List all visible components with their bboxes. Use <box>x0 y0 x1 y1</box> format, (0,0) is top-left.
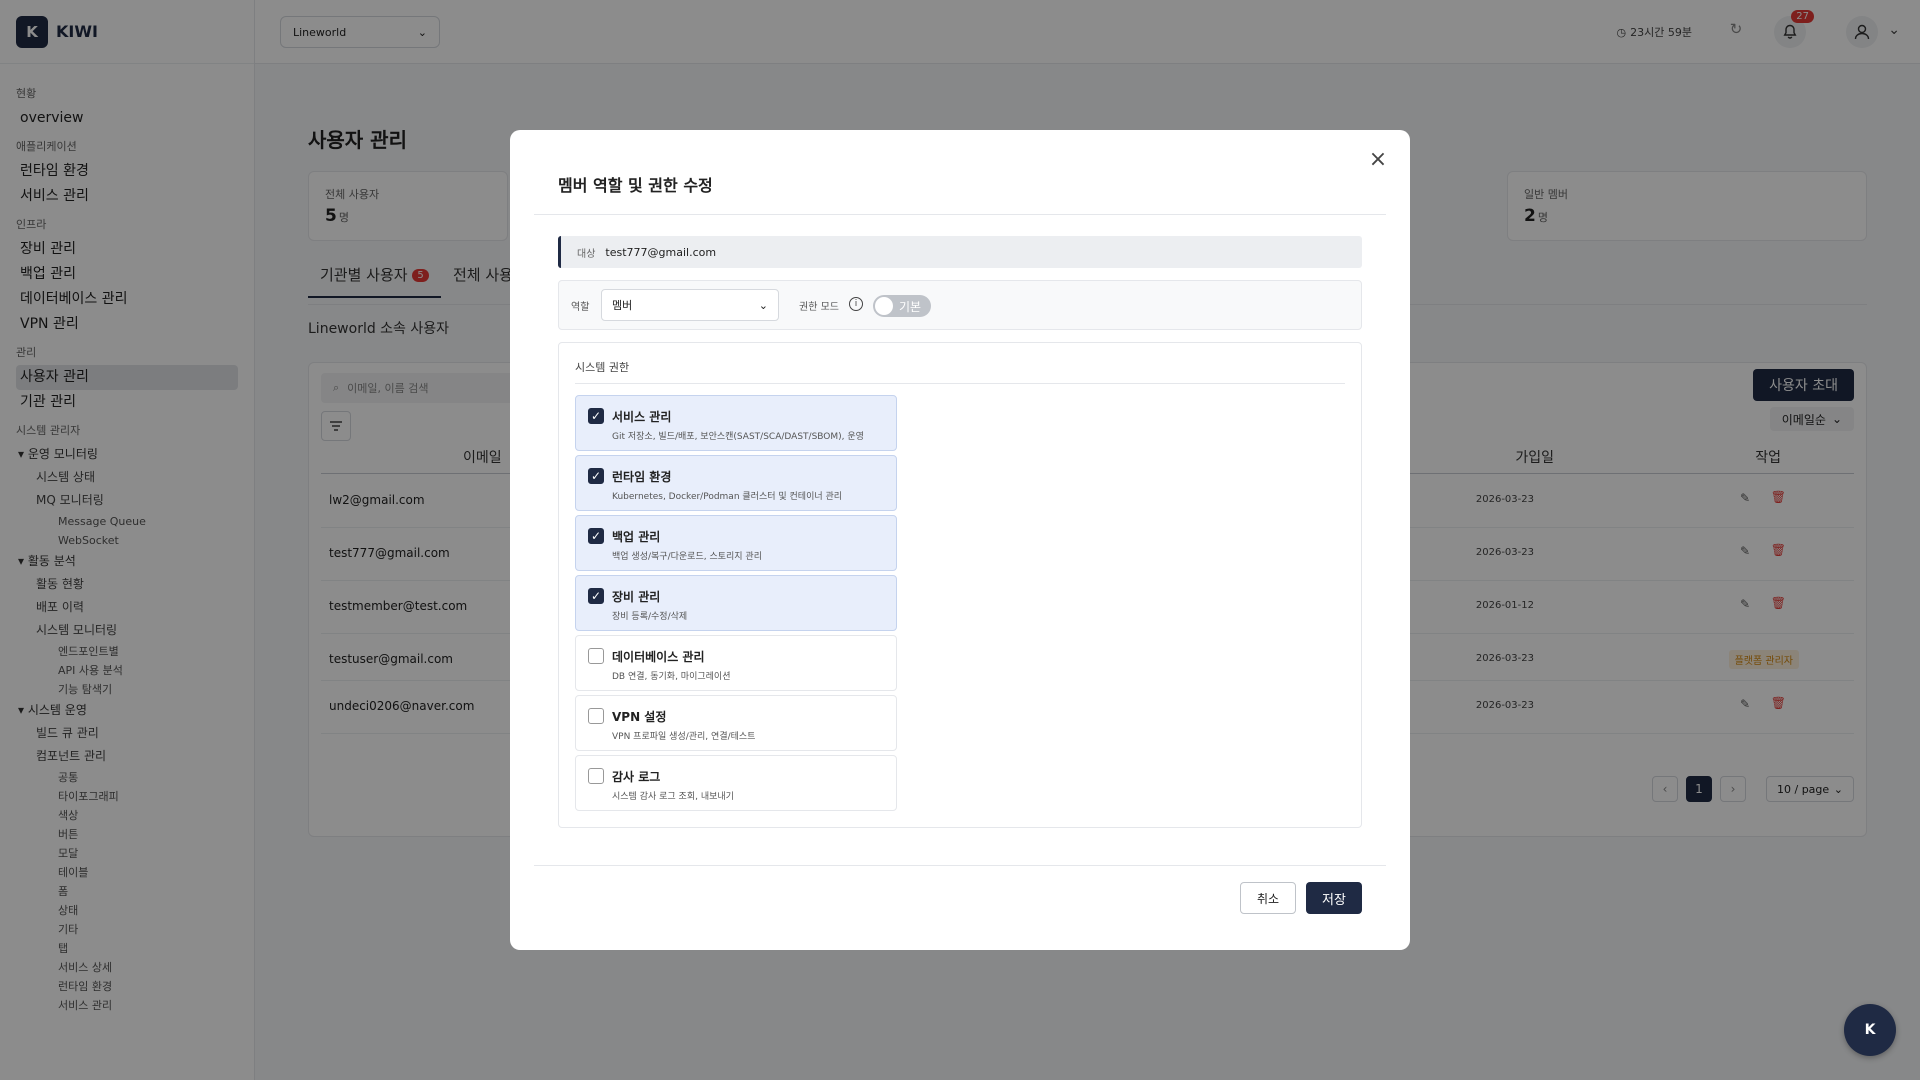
permission-description: Kubernetes, Docker/Podman 클러스터 및 컨테이너 관리 <box>612 492 843 502</box>
permission-title: 런타임 환경 <box>612 470 672 484</box>
permission-item[interactable]: ✓ 런타임 환경 Kubernetes, Docker/Podman 클러스터 및 … <box>575 455 897 511</box>
permission-checkbox[interactable]: ✓ <box>588 528 604 544</box>
permission-checkbox[interactable]: ✓ <box>588 408 604 424</box>
permission-description: DB 연결, 동기화, 마이그레이션 <box>612 672 731 682</box>
modal-title: 멤버 역할 및 권한 수정 <box>558 176 713 195</box>
cancel-button[interactable]: 취소 <box>1240 882 1296 914</box>
permissions-header: 시스템 권한 <box>575 361 630 374</box>
role-value: 멤버 <box>612 299 633 312</box>
info-icon[interactable]: i <box>849 297 863 311</box>
permission-title: VPN 설정 <box>612 710 667 724</box>
permission-title: 데이터베이스 관리 <box>612 650 705 664</box>
permission-description: 장비 등록/수정/삭제 <box>612 612 688 622</box>
toggle-knob <box>875 297 893 315</box>
permission-title: 백업 관리 <box>612 530 661 544</box>
close-icon[interactable]: × <box>1364 146 1392 174</box>
permission-checkbox[interactable] <box>588 648 604 664</box>
role-settings: 역할 멤버 ⌄ 권한 모드 i 기본 <box>558 280 1362 330</box>
permission-item[interactable]: ✓ 백업 관리백업 생성/복구/다운로드, 스토리지 관리 <box>575 515 897 571</box>
toggle-text: 기본 <box>899 299 922 314</box>
permission-checkbox[interactable]: ✓ <box>588 588 604 604</box>
system-permissions: 시스템 권한 ✓ 서비스 관리 Git 저장소, 빌드/배포, 보안스캔(SAST/… <box>558 342 1362 828</box>
role-select[interactable]: 멤버 ⌄ <box>601 289 779 321</box>
permission-description: VPN 프로파일 생성/관리, 연결/테스트 <box>612 732 756 742</box>
permission-mode-label: 권한 모드 <box>799 302 839 313</box>
divider <box>534 214 1386 215</box>
permission-checkbox[interactable]: ✓ <box>588 468 604 484</box>
permission-item[interactable]: ✓ 장비 관리장비 등록/수정/삭제 <box>575 575 897 631</box>
divider <box>575 383 1345 384</box>
permission-description: Git 저장소, 빌드/배포, 보안스캔(SAST/SCA/DAST/SBOM)… <box>612 432 864 442</box>
permission-item[interactable]: 데이터베이스 관리 DB 연결, 동기화, 마이그레이션 <box>575 635 897 691</box>
permission-title: 감사 로그 <box>612 770 661 784</box>
target-label: 대상 <box>577 248 596 260</box>
target-user: 대상 test777@gmail.com <box>558 236 1362 268</box>
save-button[interactable]: 저장 <box>1306 882 1362 914</box>
permission-checkbox[interactable] <box>588 708 604 724</box>
permission-description: 시스템 감사 로그 조회, 내보내기 <box>612 792 734 802</box>
permission-checkbox[interactable] <box>588 768 604 784</box>
divider <box>534 865 1386 866</box>
permission-mode-toggle[interactable]: 기본 <box>873 295 931 317</box>
chevron-down-icon: ⌄ <box>758 298 768 312</box>
permission-title: 서비스 관리 <box>612 410 672 424</box>
chat-fab-button[interactable]: K <box>1844 1004 1896 1056</box>
permission-item[interactable]: ✓ 서비스 관리 Git 저장소, 빌드/배포, 보안스캔(SAST/SCA/DAS… <box>575 395 897 451</box>
target-value: test777@gmail.com <box>605 245 717 259</box>
permission-title: 장비 관리 <box>612 590 661 604</box>
permission-item[interactable]: VPN 설정 VPN 프로파일 생성/관리, 연결/테스트 <box>575 695 897 751</box>
permission-description: 백업 생성/복구/다운로드, 스토리지 관리 <box>612 552 762 562</box>
edit-member-modal: 멤버 역할 및 권한 수정 × 대상 test777@gmail.com 역할 … <box>510 130 1410 950</box>
role-label: 역할 <box>571 302 590 313</box>
permission-item[interactable]: 감사 로그시스템 감사 로그 조회, 내보내기 <box>575 755 897 811</box>
